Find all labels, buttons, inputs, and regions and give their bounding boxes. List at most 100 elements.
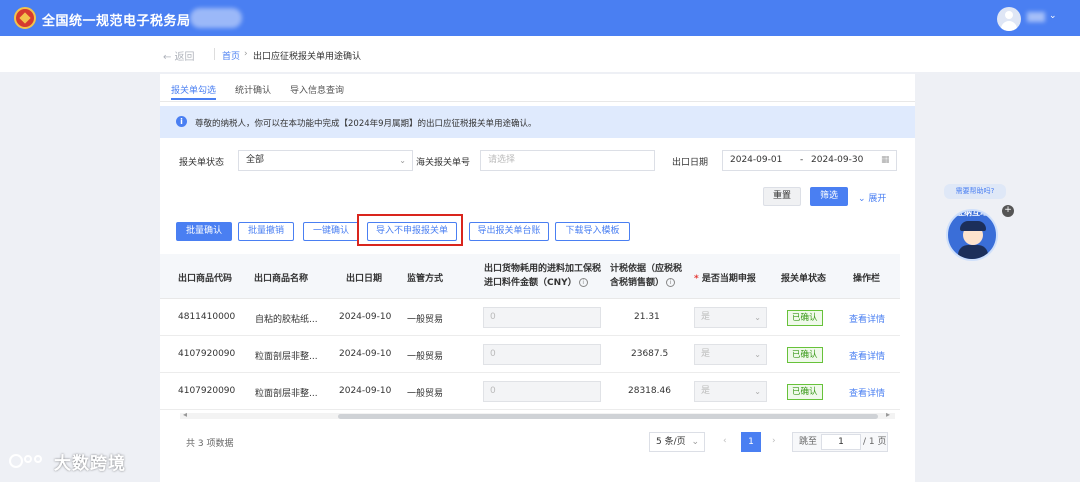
scroll-right-icon[interactable]: ▸ — [886, 410, 890, 419]
calendar-icon: ▦ — [881, 155, 890, 165]
import-not-declared-button[interactable]: 导入不申报报关单 — [367, 222, 457, 241]
breadcrumb: ← 返回 首页 › 出口应征税报关单用途确认 — [0, 36, 1080, 72]
status-filter-label: 报关单状态 — [179, 158, 225, 168]
reset-button[interactable]: 重置 — [763, 187, 801, 206]
date-end: 2024-09-30 — [811, 155, 864, 165]
tab-statistics-confirm[interactable]: 统计确认 — [235, 83, 271, 96]
table-header: 出口商品代码 出口商品名称 出口日期 监管方式 出口货物耗用的进料加工保税 进口… — [160, 254, 900, 299]
col-import-amount-line2: 进口料件金额（CNY） — [484, 278, 577, 288]
chevron-down-icon: ⌄ — [754, 387, 761, 396]
breadcrumb-current: 出口应征税报关单用途确认 — [253, 52, 362, 62]
cell-name: 自粘的胶粘纸... — [255, 315, 318, 325]
col-import-amount: 出口货物耗用的进料加工保税 进口料件金额（CNY） i — [484, 262, 601, 290]
info-icon: i — [176, 116, 187, 127]
table-row: 4107920090 粒面剖层非整... 2024-09-10 一般贸易 0 2… — [160, 373, 900, 410]
cell-date: 2024-09-10 — [339, 386, 392, 396]
view-details-link[interactable]: 查看详情 — [849, 349, 885, 362]
breadcrumb-separator: › — [244, 49, 248, 59]
customs-no-input[interactable]: 请选择 — [480, 150, 655, 171]
batch-revoke-button[interactable]: 批量撤销 — [238, 222, 294, 241]
divider — [214, 48, 215, 60]
filter-button[interactable]: 筛选 — [810, 187, 848, 206]
import-amount-input[interactable]: 0 — [483, 344, 601, 365]
main-panel: 报关单勾选 统计确认 导入信息查询 i 尊敬的纳税人，你可以在本功能中完成【20… — [160, 74, 915, 482]
chevron-down-icon: ⌄ — [399, 156, 406, 165]
tab-declaration-select[interactable]: 报关单勾选 — [171, 83, 217, 100]
col-code: 出口商品代码 — [178, 274, 233, 284]
user-name[interactable] — [1027, 12, 1045, 22]
status-badge: 已确认 — [787, 347, 823, 363]
cell-supervision: 一般贸易 — [407, 352, 444, 362]
col-declare-label: 是否当期申报 — [701, 274, 756, 284]
jump-page-input[interactable]: 1 — [821, 434, 861, 450]
export-ledger-button[interactable]: 导出报关单台账 — [469, 222, 549, 241]
watermark-text: 大数跨境 — [54, 454, 126, 474]
cell-code: 4107920090 — [178, 349, 236, 359]
help-icon[interactable]: i — [666, 278, 676, 287]
table-row: 4107920090 粒面剖层非整... 2024-09-10 一般贸易 0 2… — [160, 336, 900, 373]
declare-select-value: 是 — [701, 349, 711, 359]
col-name: 出口商品名称 — [254, 274, 309, 284]
col-declare: * 是否当期申报 — [694, 271, 756, 284]
region-switcher[interactable] — [190, 8, 242, 28]
expand-toggle[interactable]: ⌄ 展开 — [858, 191, 886, 204]
date-range-picker[interactable]: 2024-09-01 - 2024-09-30 ▦ — [722, 150, 897, 171]
col-op: 操作栏 — [853, 274, 881, 284]
help-bubble[interactable]: 需要帮助吗? — [944, 184, 1006, 199]
customs-no-label: 海关报关单号 — [416, 158, 471, 168]
assistant-avatar[interactable]: 征纳互动 — [946, 209, 998, 261]
chevron-down-icon: ⌄ — [754, 350, 761, 359]
assistant-close-icon[interactable]: + — [1002, 205, 1014, 217]
page-size-select[interactable]: 5 条/页 ⌄ — [649, 432, 705, 452]
declare-select[interactable]: 是 ⌄ — [694, 344, 767, 365]
cell-code: 4107920090 — [178, 386, 236, 396]
breadcrumb-home[interactable]: 首页 — [222, 49, 240, 62]
declare-select[interactable]: 是 ⌄ — [694, 307, 767, 328]
assistant-label: 征纳互动 — [956, 209, 988, 217]
tab-import-query[interactable]: 导入信息查询 — [290, 83, 344, 96]
tab-bar: 报关单勾选 统计确认 导入信息查询 — [160, 74, 915, 102]
download-template-button[interactable]: 下载导入模板 — [555, 222, 630, 241]
back-button[interactable]: ← 返回 — [163, 48, 195, 63]
view-details-link[interactable]: 查看详情 — [849, 312, 885, 325]
declare-select-value: 是 — [701, 312, 711, 322]
watermark-logo-icon — [9, 454, 42, 468]
status-select[interactable]: 全部 ⌄ — [238, 150, 413, 171]
col-tax-basis: 计税依据（应税税 含税销售额） i — [610, 262, 682, 290]
tax-emblem-icon — [14, 7, 36, 29]
site-title: 全国统一规范电子税务局 — [42, 14, 191, 29]
page-size-value: 5 条/页 — [656, 437, 686, 447]
status-badge: 已确认 — [787, 384, 823, 400]
col-status: 报关单状态 — [781, 274, 827, 284]
scrollbar-thumb[interactable] — [338, 414, 878, 419]
cell-name: 粒面剖层非整... — [255, 389, 318, 399]
batch-confirm-button[interactable]: 批量确认 — [176, 222, 232, 241]
date-separator: - — [800, 155, 804, 165]
horizontal-scrollbar[interactable]: ◂ ▸ — [180, 410, 895, 419]
scroll-left-icon[interactable]: ◂ — [183, 410, 187, 419]
col-tax-basis-line1: 计税依据（应税税 — [610, 264, 683, 274]
date-filter-label: 出口日期 — [672, 158, 709, 168]
declare-select[interactable]: 是 ⌄ — [694, 381, 767, 402]
col-import-amount-line1: 出口货物耗用的进料加工保税 — [484, 264, 602, 274]
cell-tax-basis: 21.31 — [634, 312, 660, 322]
next-page-button[interactable]: › — [772, 436, 776, 446]
import-amount-input[interactable]: 0 — [483, 381, 601, 402]
view-details-link[interactable]: 查看详情 — [849, 386, 885, 399]
import-amount-input[interactable]: 0 — [483, 307, 601, 328]
col-supervision: 监管方式 — [407, 274, 444, 284]
page-1-button[interactable]: 1 — [741, 432, 761, 452]
total-count: 共 3 项数据 — [186, 439, 234, 449]
status-badge: 已确认 — [787, 310, 823, 326]
col-tax-basis-line2: 含税销售额） — [610, 278, 665, 288]
prev-page-button[interactable]: ‹ — [723, 436, 727, 446]
cell-supervision: 一般贸易 — [407, 389, 444, 399]
help-icon[interactable]: i — [578, 278, 588, 287]
chevron-down-icon[interactable]: ⌄ — [1049, 11, 1057, 21]
one-click-confirm-button[interactable]: 一键确认 — [303, 222, 359, 241]
user-avatar[interactable] — [997, 7, 1021, 31]
cell-supervision: 一般贸易 — [407, 315, 444, 325]
assistant-body — [958, 245, 988, 259]
cell-code: 4811410000 — [178, 312, 236, 322]
assistant-cap — [960, 221, 986, 231]
